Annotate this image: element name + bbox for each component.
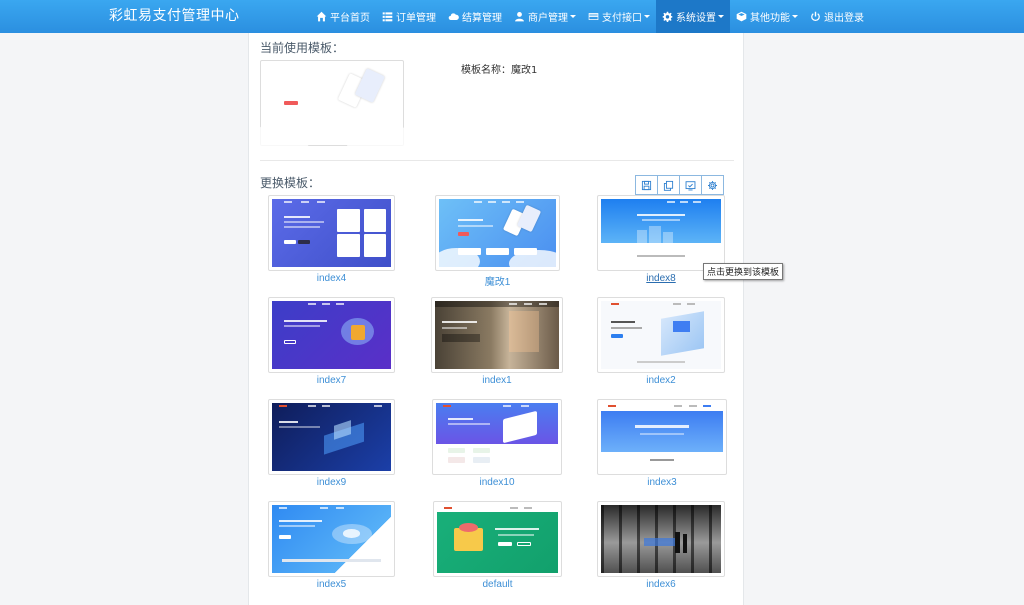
nav-label: 退出登录 — [824, 13, 864, 24]
template-card-index1[interactable]: index1 — [431, 297, 563, 387]
template-label[interactable]: index2 — [597, 375, 725, 386]
copy-button[interactable] — [657, 175, 680, 195]
nav-item-settlement[interactable]: 结算管理 — [442, 0, 508, 33]
change-template-heading: 更换模板： — [260, 176, 321, 190]
nav-item-merchants[interactable]: 商户管理 — [508, 0, 582, 33]
current-template-heading: 当前使用模板： — [260, 41, 345, 55]
template-label[interactable]: index6 — [597, 579, 725, 590]
switch-template-tooltip: 点击更换到该模板 — [703, 263, 784, 280]
nav-label: 系统设置 — [676, 13, 716, 24]
nav-item-orders[interactable]: 订单管理 — [376, 0, 442, 33]
template-toolbar — [635, 175, 724, 195]
template-preview-index3 — [601, 403, 723, 471]
template-card-index4[interactable]: index4 — [268, 195, 395, 285]
template-preview-index9 — [272, 403, 391, 471]
current-template-name: 模板名称：魔改1 — [461, 65, 538, 76]
user-icon — [514, 11, 525, 22]
credit-card-icon — [588, 11, 599, 22]
template-preview-index6 — [601, 505, 721, 573]
template-label[interactable]: 魔改1 — [435, 273, 560, 288]
template-card-index3[interactable]: index3 — [597, 399, 727, 489]
template-label[interactable]: default — [433, 579, 562, 590]
template-preview-default — [437, 505, 558, 573]
nav-label: 其他功能 — [750, 13, 790, 24]
nav-item-other-functions[interactable]: 其他功能 — [730, 0, 804, 33]
template-card-mogai1[interactable]: 魔改1 — [435, 195, 560, 288]
template-preview-index7 — [272, 301, 391, 369]
copy-icon — [663, 180, 674, 191]
top-navbar: 彩虹易支付管理中心 平台首页 订单管理 结算管理 商户管理 支付接口 系统设置 — [0, 0, 1024, 33]
template-card-index2[interactable]: index2 — [597, 297, 725, 387]
settings-icon — [708, 180, 717, 190]
nav-label: 商户管理 — [528, 13, 568, 24]
template-label[interactable]: index4 — [268, 273, 395, 284]
template-label[interactable]: index3 — [597, 477, 727, 488]
main-nav: 平台首页 订单管理 结算管理 商户管理 支付接口 系统设置 其他功能 退出登录 — [310, 0, 870, 33]
template-card-default[interactable]: default — [433, 501, 562, 591]
template-preview-index8 — [601, 199, 721, 267]
template-card-index9[interactable]: index9 — [268, 399, 395, 489]
save-button[interactable] — [635, 175, 658, 195]
list-icon — [382, 11, 393, 22]
template-card-index10[interactable]: index10 — [432, 399, 562, 489]
nav-label: 支付接口 — [602, 13, 642, 24]
nav-label: 结算管理 — [462, 13, 502, 24]
home-icon — [316, 11, 327, 22]
nav-label: 平台首页 — [330, 13, 370, 24]
nav-item-logout[interactable]: 退出登录 — [804, 0, 870, 33]
chevron-down-icon — [644, 15, 650, 18]
current-template-thumbnail — [253, 60, 418, 158]
preview-button[interactable] — [679, 175, 702, 195]
template-card-index5[interactable]: index5 — [268, 501, 395, 591]
nav-item-home[interactable]: 平台首页 — [310, 0, 376, 33]
template-card-index7[interactable]: index7 — [268, 297, 395, 387]
chevron-down-icon — [792, 15, 798, 18]
template-label[interactable]: index9 — [268, 477, 395, 488]
settings-button[interactable] — [701, 175, 724, 195]
chevron-down-icon — [570, 15, 576, 18]
template-panel: 当前使用模板： 模板名称：魔改1 更换模板： index4 魔改1 index8… — [248, 33, 784, 605]
chevron-down-icon — [718, 15, 724, 18]
template-preview-mogai1 — [439, 199, 556, 267]
template-preview-index5 — [272, 505, 391, 573]
preview-icon — [685, 180, 696, 190]
nav-item-system-settings[interactable]: 系统设置 — [656, 0, 730, 33]
cloud-icon — [448, 11, 459, 22]
template-label[interactable]: index5 — [268, 579, 395, 590]
template-label[interactable]: index10 — [432, 477, 562, 488]
template-preview-index1 — [435, 301, 559, 369]
nav-label: 订单管理 — [396, 13, 436, 24]
save-icon — [641, 180, 652, 190]
template-label[interactable]: index1 — [431, 375, 563, 386]
template-card-index6[interactable]: index6 — [597, 501, 725, 591]
template-preview-index10 — [436, 403, 558, 471]
power-icon — [810, 11, 821, 22]
brand-title[interactable]: 彩虹易支付管理中心 — [109, 0, 240, 33]
gear-icon — [662, 11, 673, 22]
template-preview-index2 — [601, 301, 721, 369]
nav-item-payment-gateway[interactable]: 支付接口 — [582, 0, 656, 33]
template-preview-index4 — [272, 199, 391, 267]
cube-icon — [736, 11, 747, 22]
template-label[interactable]: index7 — [268, 375, 395, 386]
section-divider — [260, 160, 734, 161]
